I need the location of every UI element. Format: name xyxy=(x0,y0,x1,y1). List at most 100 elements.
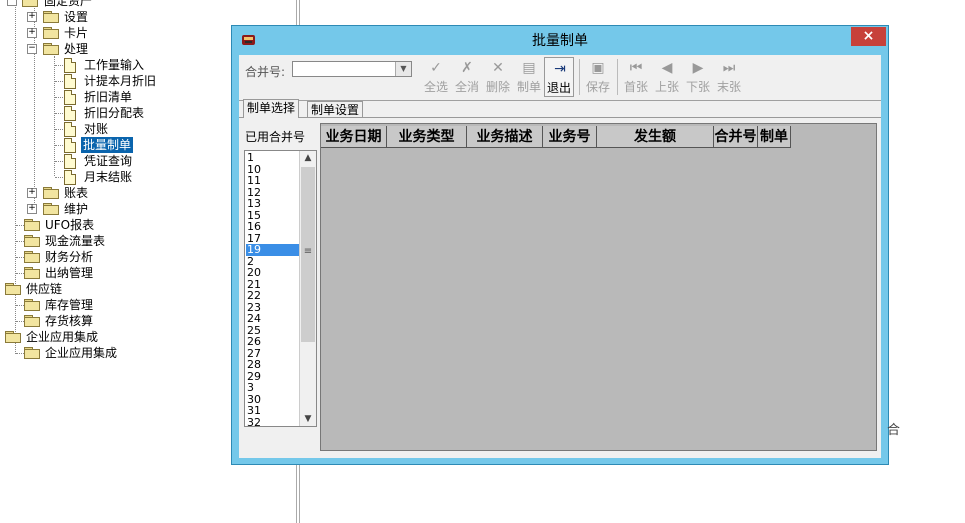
expand-icon[interactable]: + xyxy=(27,188,37,198)
document-icon xyxy=(64,106,76,121)
tree-item-label: 凭证查询 xyxy=(84,154,133,168)
folder-icon xyxy=(43,203,59,215)
select-all-button[interactable]: ✓ 全选 xyxy=(421,57,451,97)
tree-item-label-selected: 批量制单 xyxy=(81,137,134,153)
tree-line xyxy=(55,161,63,162)
folder-icon xyxy=(24,347,40,359)
select-all-icon: ✓ xyxy=(430,60,442,76)
tree-item-label: 财务分析 xyxy=(45,250,94,264)
tree-item-label: 折旧清单 xyxy=(84,90,133,104)
dialog-titlebar[interactable]: 批量制单 × xyxy=(232,26,888,54)
first-button[interactable]: ⏮ 首张 xyxy=(621,57,651,97)
deselect-all-button[interactable]: ✗ 全消 xyxy=(452,57,482,97)
folder-icon xyxy=(24,299,40,311)
merge-number-label: 合并号: xyxy=(245,65,286,79)
first-label: 首张 xyxy=(623,80,648,94)
make-voucher-label: 制单 xyxy=(516,80,541,94)
tree-line xyxy=(16,353,24,354)
folder-icon xyxy=(24,267,40,279)
merge-number-item[interactable]: 29 xyxy=(246,370,301,383)
merge-number-item[interactable]: 19 xyxy=(246,244,301,256)
folder-icon xyxy=(24,235,40,247)
tree-item-label: 卡片 xyxy=(64,26,89,40)
scroll-down-icon[interactable]: ▼ xyxy=(300,412,316,426)
dialog-title: 批量制单 xyxy=(532,33,588,49)
tree-item-label: 设置 xyxy=(64,10,89,24)
last-button[interactable]: ⏭ 末张 xyxy=(714,57,744,97)
collapse-icon[interactable]: − xyxy=(7,0,17,6)
next-button[interactable]: ▶ 下张 xyxy=(683,57,713,97)
folder-icon xyxy=(24,251,40,263)
grip-icon: ≡ xyxy=(303,246,313,257)
batch-voucher-dialog: 批量制单 × 合并号: ▼ ✓ 全选 ✗ 全消 ✕ 删除 ▤ 制单 ⇥ 退出 ▣… xyxy=(231,25,889,465)
collapse-icon[interactable]: − xyxy=(27,44,37,54)
last-icon: ⏭ xyxy=(722,60,736,76)
expand-icon[interactable]: + xyxy=(27,12,37,22)
tree-line xyxy=(55,145,63,146)
tree-line xyxy=(55,81,63,82)
folder-open-icon xyxy=(5,331,21,343)
column-header-business-number[interactable]: 业务号 xyxy=(543,126,597,148)
column-header-business-date[interactable]: 业务日期 xyxy=(321,126,387,148)
tree-line xyxy=(55,113,63,114)
folder-icon xyxy=(43,187,59,199)
tree-item-settings[interactable]: + 设置 xyxy=(0,9,296,25)
dialog-client: 合并号: ▼ ✓ 全选 ✗ 全消 ✕ 删除 ▤ 制单 ⇥ 退出 ▣ 保存 ⏮ 首… xyxy=(239,55,881,458)
delete-button[interactable]: ✕ 删除 xyxy=(483,57,513,97)
folder-icon xyxy=(43,11,59,23)
merge-number-list[interactable]: 1 10 11 12 13 15 16 17 19 2 20 21 22 23 24 25 26 27 28 29 3 3… xyxy=(244,150,317,427)
save-icon: ▣ xyxy=(591,60,605,76)
folder-open-icon xyxy=(5,283,21,295)
list-scrollbar[interactable]: ▲ ≡ ▼ xyxy=(299,151,316,426)
column-header-merge-number[interactable]: 合并号 xyxy=(714,126,758,148)
tree-item-label: 现金流量表 xyxy=(45,234,106,248)
tree-item-label: 出纳管理 xyxy=(45,266,94,280)
tree-line xyxy=(16,241,24,242)
column-header-business-description[interactable]: 业务描述 xyxy=(467,126,543,148)
prev-icon: ◀ xyxy=(661,60,673,76)
document-icon xyxy=(64,138,76,153)
exit-button[interactable]: ⇥ 退出 xyxy=(544,57,574,97)
first-icon: ⏮ xyxy=(629,60,643,76)
tree-line xyxy=(55,97,63,98)
tree-item-fixed-assets[interactable]: − 固定资产 xyxy=(0,0,296,9)
last-label: 末张 xyxy=(716,80,741,94)
tree-item-label: 固定资产 xyxy=(44,0,93,8)
tree-line xyxy=(16,273,24,274)
tree-item-label: 计提本月折旧 xyxy=(84,74,157,88)
tree-line xyxy=(16,305,24,306)
document-icon xyxy=(64,58,76,73)
scroll-up-icon[interactable]: ▲ xyxy=(300,151,316,165)
make-voucher-button[interactable]: ▤ 制单 xyxy=(514,57,544,97)
make-voucher-icon: ▤ xyxy=(522,60,536,76)
column-header-business-type[interactable]: 业务类型 xyxy=(387,126,467,148)
expand-icon[interactable]: + xyxy=(27,204,37,214)
merge-number-item[interactable]: 32 xyxy=(246,416,301,426)
column-header-amount[interactable]: 发生额 xyxy=(597,126,714,148)
tree-item-label: 折旧分配表 xyxy=(84,106,145,120)
delete-icon: ✕ xyxy=(492,60,504,76)
prev-button[interactable]: ◀ 上张 xyxy=(652,57,682,97)
tree-line xyxy=(16,257,24,258)
document-icon xyxy=(64,90,76,105)
merge-number-select[interactable]: ▼ xyxy=(292,61,412,77)
column-header-make-voucher[interactable]: 制单 xyxy=(758,126,791,148)
tree-item-label: 企业应用集成 xyxy=(26,330,99,344)
close-button[interactable]: × xyxy=(851,27,886,46)
tab-voucher-settings[interactable]: 制单设置 xyxy=(307,101,364,118)
document-icon xyxy=(64,154,76,169)
save-button[interactable]: ▣ 保存 xyxy=(583,57,613,97)
voucher-grid[interactable]: 业务日期 业务类型 业务描述 业务号 发生额 合并号 制单 xyxy=(320,123,877,451)
chevron-down-icon[interactable]: ▼ xyxy=(395,62,411,76)
document-icon xyxy=(64,170,76,185)
used-merge-numbers-label: 已用合并号 xyxy=(245,130,306,144)
tree-line xyxy=(16,225,24,226)
exit-label: 退出 xyxy=(546,81,571,95)
toolbar-separator xyxy=(617,59,618,95)
tree-item-label: 工作量输入 xyxy=(84,58,145,72)
tree-item-label: 存货核算 xyxy=(45,314,94,328)
expand-icon[interactable]: + xyxy=(27,28,37,38)
folder-icon xyxy=(24,315,40,327)
tree-item-label: 处理 xyxy=(64,42,89,56)
tab-voucher-selection[interactable]: 制单选择 xyxy=(243,99,300,118)
